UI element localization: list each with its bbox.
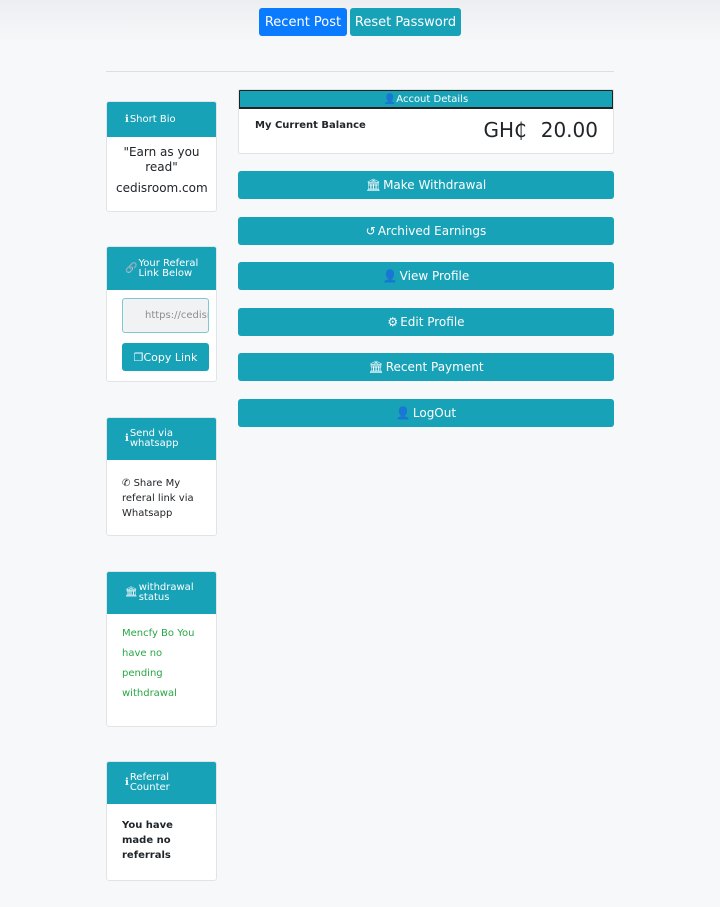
referral-link-card: 🔗 Your Referal Link Below ❐ Copy Link (106, 246, 217, 382)
gear-icon: ⚙ (387, 315, 399, 329)
edit-profile-label: Edit Profile (400, 315, 465, 329)
bio-quote: "Earn as you read" (123, 145, 200, 174)
user-icon: 👤 (395, 406, 411, 420)
account-details-title: Accout Details (396, 93, 469, 105)
bio-site: cedisroom.com (116, 181, 208, 195)
short-bio-header: ℹ Short Bio (107, 102, 216, 137)
bank-icon: 🏛 (368, 360, 384, 374)
info-icon: ℹ (125, 433, 129, 444)
logout-label: LogOut (412, 406, 457, 420)
bank-icon: 🏛 (125, 587, 138, 598)
referral-counter-text: You have made no referrals (122, 820, 173, 861)
account-details-card: 👤 Accout Details My Current Balance GH₵ … (238, 89, 614, 154)
withdrawal-status-header: 🏛 withdrawal status (107, 572, 216, 614)
user-icon: 👤 (382, 269, 398, 283)
balance-display: GH₵ 20.00 (483, 118, 598, 142)
reset-password-button[interactable]: Reset Password (350, 8, 461, 36)
referral-counter-header: ℹ Referral Counter (107, 762, 216, 804)
info-icon: ℹ (125, 777, 129, 788)
whatsapp-card: ℹ Send via whatsapp ✆ Share My referal l… (106, 417, 217, 536)
withdrawal-status-card: 🏛 withdrawal status Mencfy Bo You have n… (106, 571, 217, 727)
short-bio-card: ℹ Short Bio "Earn as you read" cedisroom… (106, 101, 217, 212)
info-icon: ℹ (125, 113, 129, 125)
referral-counter-title: Referral Counter (129, 772, 170, 793)
whatsapp-title: Send via whatsapp (129, 428, 179, 449)
copy-link-button[interactable]: ❐ Copy Link (122, 343, 209, 371)
edit-profile-button[interactable]: ⚙ Edit Profile (238, 308, 614, 336)
view-profile-label: View Profile (399, 269, 470, 283)
link-icon: 🔗 (125, 262, 138, 274)
balance-label: My Current Balance (255, 120, 366, 131)
whatsapp-text: Share My referal link via Whatsapp (122, 478, 194, 519)
whatsapp-share-link[interactable]: ✆ Share My referal link via Whatsapp (122, 460, 204, 521)
withdrawal-status-text: Mencfy Bo You have no pending withdrawal (122, 628, 195, 699)
referral-link-title: Your Referal Link Below (138, 257, 199, 279)
divider (106, 71, 614, 72)
make-withdrawal-button[interactable]: 🏛 Make Withdrawal (238, 171, 614, 199)
bank-icon: 🏛 (365, 178, 382, 192)
view-profile-button[interactable]: 👤 View Profile (238, 262, 614, 290)
referral-link-header: 🔗 Your Referal Link Below (107, 247, 216, 290)
recent-payment-label: Recent Payment (385, 360, 484, 374)
short-bio-title: Short Bio (129, 113, 176, 125)
account-details-header: 👤 Accout Details (239, 90, 613, 109)
currency-symbol: GH₵ (483, 118, 527, 142)
balance-amount: 20.00 (540, 118, 598, 142)
whatsapp-icon: ✆ (122, 478, 131, 489)
history-icon: ↺ (365, 224, 376, 238)
archived-earnings-button[interactable]: ↺ Archived Earnings (238, 217, 614, 245)
referral-counter-card: ℹ Referral Counter You have made no refe… (106, 761, 217, 881)
copy-icon: ❐ (133, 350, 144, 364)
recent-payment-button[interactable]: 🏛 Recent Payment (238, 353, 614, 381)
user-icon: 👤 (383, 93, 397, 105)
whatsapp-header: ℹ Send via whatsapp (107, 418, 216, 460)
referral-link-input[interactable] (122, 298, 209, 333)
recent-post-button[interactable]: Recent Post (259, 8, 347, 36)
make-withdrawal-label: Make Withdrawal (383, 178, 487, 192)
logout-button[interactable]: 👤 LogOut (238, 399, 614, 427)
copy-link-label: Copy Link (143, 350, 198, 364)
withdrawal-status-title: withdrawal status (138, 582, 194, 603)
archived-earnings-label: Archived Earnings (377, 224, 487, 238)
